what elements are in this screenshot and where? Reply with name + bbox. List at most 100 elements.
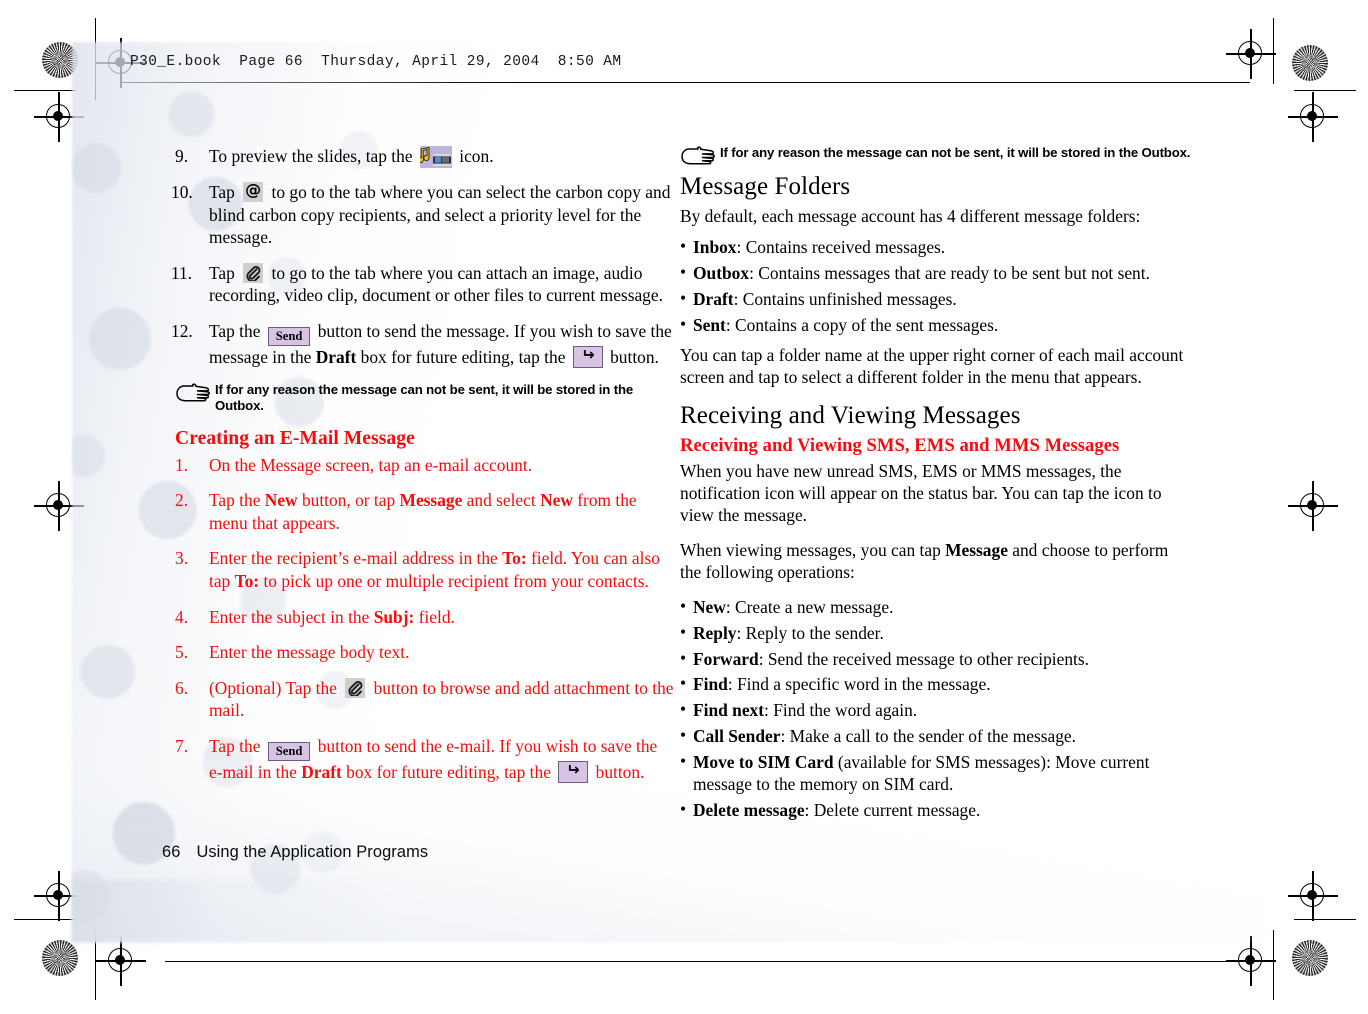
emphasis-term: New: [540, 490, 573, 511]
list-item: 7. Tap the Send button to send the e-mail…: [175, 735, 675, 784]
return-arrow-icon: ↵: [566, 760, 580, 780]
list-item: 6. (Optional) Tap the button to browse an…: [175, 677, 675, 722]
emphasis-term: Subj:: [373, 606, 415, 627]
message-operations-bullet-list: • New: Create a new message. • Reply: Reply…: [680, 595, 1192, 822]
step-number: 11.: [171, 262, 193, 283]
bullet-description: Reply to the sender.: [741, 622, 884, 643]
at-glyph: @: [245, 180, 262, 199]
bullet-term: Sent: [693, 314, 726, 335]
receiving-paragraph-1: When you have new unread SMS, EMS or MMS…: [680, 461, 1162, 526]
list-item: • Sent: Contains a copy of the sent messa…: [680, 313, 1192, 337]
bullet-description: Contains messages that are ready to be s…: [753, 262, 1150, 283]
emphasis-term: Draft: [301, 762, 342, 783]
bullet-term: Inbox: [693, 237, 737, 258]
list-item: 10. Tap @ to go to the tab where you can …: [171, 180, 675, 249]
message-folders-outro: You can tap a folder name at the upper r…: [680, 345, 1184, 388]
note-outbox-left: If for any reason the message can not be…: [175, 382, 675, 414]
message-folders-bullet-list: • Inbox: Contains received messages. • Outb…: [680, 236, 1192, 337]
list-item: • Forward: Send the received message to o…: [680, 647, 1192, 671]
email-steps-list: 1. On the Message screen, tap an e-mail a…: [175, 454, 675, 784]
emphasis-term: Message: [399, 490, 463, 511]
bullet-dot-icon: •: [680, 595, 687, 616]
bullet-term: Find next: [693, 700, 765, 721]
step-text: Tap @ to go to the tab where you can sel…: [209, 180, 671, 248]
emphasis-term: New: [264, 490, 298, 511]
bullet-term: New: [693, 596, 726, 617]
return-arrow-button[interactable]: ↵: [558, 760, 589, 784]
step-text: To preview the slides, tap the icon.: [209, 146, 494, 168]
list-item: • Delete message: Delete current message.: [680, 799, 1192, 822]
paperclip-icon: [243, 262, 264, 283]
bullet-term: Forward: [693, 648, 759, 669]
step-number: 2.: [175, 490, 189, 511]
list-item: 1. On the Message screen, tap an e-mail a…: [175, 454, 675, 477]
receiving-paragraph-2: When viewing messages, you can tap Messa…: [680, 540, 1192, 584]
bullet-term: Draft: [693, 288, 734, 309]
bullet-term: Find: [693, 674, 728, 695]
bullet-description: Send the received message to other recip…: [763, 648, 1090, 669]
send-button[interactable]: Send: [267, 326, 311, 347]
list-item: 4. Enter the subject in the Subj: field.: [175, 606, 675, 629]
list-item: • Call Sender: Make a call to the sender …: [680, 725, 1192, 748]
pointing-hand-icon: [680, 146, 716, 166]
step-number: 1.: [175, 454, 189, 475]
list-item: 11. Tap to go to the tab where you can at…: [171, 262, 675, 307]
footer-section-title: Using the Application Programs: [196, 843, 429, 861]
step-text: Tap the Send button to send the e-mail. …: [209, 735, 658, 784]
emphasis-term: Draft: [315, 347, 357, 368]
heading-receiving-viewing: Receiving and Viewing Messages: [680, 402, 1021, 430]
step-text: Tap the Send button to send the message.…: [209, 320, 672, 369]
send-button[interactable]: Send: [267, 741, 311, 762]
page-footer: 66 Using the Application Programs: [162, 843, 428, 862]
bullet-term: Outbox: [693, 262, 750, 283]
bullet-description: Contains received messages.: [741, 237, 946, 258]
subheading-receiving-sms: Receiving and Viewing SMS, EMS and MMS M…: [680, 435, 1120, 457]
slides-preview-icon: [419, 146, 452, 168]
list-item: • Reply: Reply to the sender.: [680, 621, 1192, 645]
bullet-dot-icon: •: [680, 287, 687, 308]
paperclip-icon: [345, 677, 366, 698]
bullet-dot-icon: •: [680, 313, 687, 334]
list-item: 5. Enter the message body text.: [175, 641, 675, 664]
step-text: Enter the subject in the Subj: field.: [209, 606, 455, 627]
bullet-description: Find a specific word in the message.: [732, 674, 991, 695]
list-item: • New: Create a new message.: [680, 595, 1192, 619]
bullet-dot-icon: •: [680, 699, 687, 720]
heading-creating-email: Creating an E-Mail Message: [175, 427, 415, 449]
step-text: On the Message screen, tap an e-mail acc…: [209, 454, 533, 475]
bullet-term: Reply: [693, 622, 737, 643]
step-text: Enter the message body text.: [209, 642, 410, 663]
note-text: If for any reason the message can not be…: [215, 381, 634, 413]
bullet-description: Find the word again.: [768, 700, 918, 721]
bullet-dot-icon: •: [680, 725, 687, 746]
bullet-dot-icon: •: [680, 750, 687, 771]
return-arrow-button[interactable]: ↵: [572, 345, 603, 369]
step-number: 10.: [171, 182, 193, 202]
note-text: If for any reason the message can not be…: [720, 145, 1191, 160]
bullet-dot-icon: •: [680, 673, 687, 694]
list-item: • Move to SIM Card (available for SMS mes…: [680, 750, 1192, 796]
return-arrow-icon: ↵: [581, 345, 595, 365]
heading-message-folders: Message Folders: [680, 173, 851, 201]
bullet-term: Move to SIM Card: [693, 751, 834, 772]
list-item: • Find: Find a specific word in the messa…: [680, 673, 1192, 696]
emphasis-term: To:: [234, 570, 260, 591]
bullet-dot-icon: •: [680, 236, 687, 257]
pointing-hand-icon: [175, 383, 211, 403]
footer-page-number: 66: [162, 843, 181, 861]
list-item: 9. To preview the slides, tap the icon.: [175, 145, 675, 168]
step-text: Enter the recipient’s e-mail address in …: [209, 548, 660, 591]
bullet-term: Call Sender: [693, 726, 781, 747]
list-item: 12. Tap the Send button to send the messa…: [171, 320, 675, 369]
list-item: • Outbox: Contains messages that are read…: [680, 262, 1192, 285]
note-outbox-right: If for any reason the message can not be…: [680, 145, 1192, 165]
bullet-description: Make a call to the sender of the message…: [785, 726, 1076, 747]
bullet-dot-icon: •: [680, 621, 687, 642]
bullet-description: Delete current message.: [809, 799, 981, 820]
list-item: 3. Enter the recipient’s e-mail address i…: [175, 547, 675, 592]
bullet-dot-icon: •: [680, 647, 687, 668]
step-number: 9.: [175, 146, 189, 166]
p2-pre: When viewing messages, you can tap: [680, 540, 946, 560]
right-column: If for any reason the message can not be…: [680, 145, 1192, 825]
step-number: 4.: [175, 606, 189, 627]
